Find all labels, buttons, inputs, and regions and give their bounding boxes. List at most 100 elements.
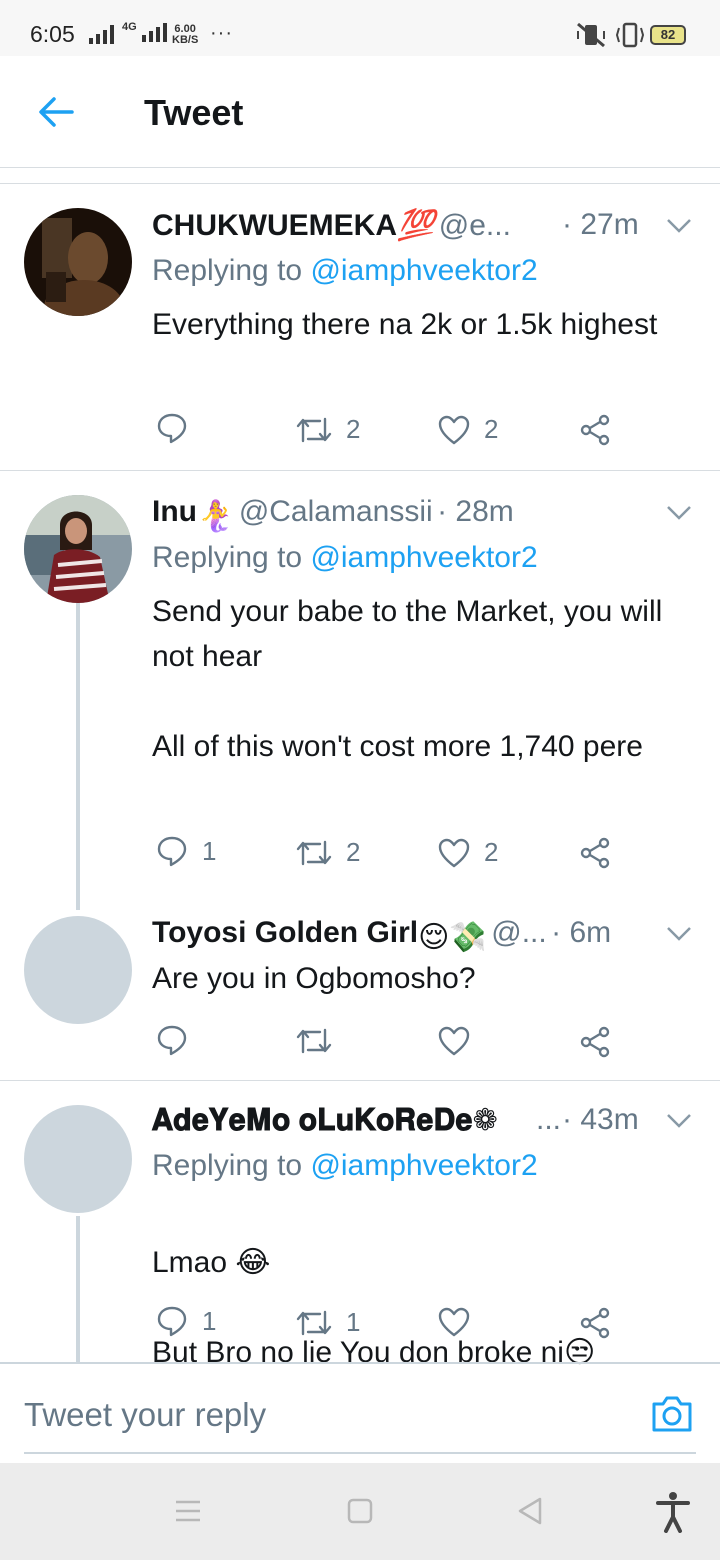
heart-icon <box>438 415 470 444</box>
reply-composer[interactable]: Tweet your reply <box>24 1390 696 1454</box>
reply-icon <box>157 1025 187 1056</box>
like-action[interactable]: 2 <box>438 414 498 445</box>
share-icon[interactable] <box>580 414 610 446</box>
share-icon[interactable] <box>580 1026 610 1058</box>
share-icon[interactable] <box>580 837 610 869</box>
tweet-item[interactable]: CHUKWUEMEKA💯 @e... · 27m Replying to @ia… <box>0 184 720 470</box>
tweet-time: · 43m <box>562 1103 639 1136</box>
name-emoji: 😌💸 <box>418 921 487 955</box>
tweet-time: · 6m <box>551 916 612 949</box>
reply-action[interactable]: 1 <box>156 835 216 867</box>
tweet-text: Everything there na 2k or 1.5k highest <box>152 308 658 341</box>
reply-icon <box>157 836 187 867</box>
replying-to: Replying to @iamphveektor2 <box>152 1149 538 1183</box>
reply-action[interactable] <box>156 412 202 444</box>
retweet-icon <box>296 1310 332 1335</box>
camera-icon[interactable] <box>650 1394 694 1434</box>
retweet-icon <box>296 1028 332 1054</box>
battery-indicator: 82 <box>650 25 686 45</box>
replying-to: Replying to @iamphveektor2 <box>152 254 538 288</box>
tweet-item[interactable]: 𝐀𝐝𝐞𝐘𝐞𝐌𝐨 𝐨𝐋𝐮𝐊𝐨𝐑𝐞𝐃𝐞❁ ... · 43m Replying to… <box>0 1081 720 1369</box>
tweet-text-line: But Bro no lie You don broke ni😒 <box>152 1336 596 1369</box>
tweet-text-line: Lmao 😂 <box>152 1246 271 1279</box>
avatar[interactable] <box>24 495 132 603</box>
tweet-item[interactable]: Inu🧜‍♀️ @Calamanssii · 28m Replying to @… <box>0 471 720 891</box>
chevron-down-icon[interactable] <box>666 218 692 234</box>
like-count: 2 <box>484 837 499 867</box>
network-indicator: 4G <box>122 22 170 42</box>
tweet-text: Send your babe to the Market, you will n… <box>152 595 663 763</box>
back-nav-icon[interactable] <box>516 1496 544 1526</box>
back-arrow-icon[interactable] <box>36 92 76 132</box>
reply-icon <box>157 413 187 444</box>
replying-prefix: Replying to <box>152 541 311 574</box>
divider <box>0 1362 720 1364</box>
retweet-action[interactable]: 2 <box>296 414 360 445</box>
heart-icon <box>438 1026 470 1056</box>
like-action[interactable] <box>438 1307 484 1337</box>
page-title: Tweet <box>144 92 244 133</box>
replying-prefix: Replying to <box>152 254 311 287</box>
status-time: 6:05 <box>30 21 75 47</box>
accessibility-icon[interactable] <box>656 1491 690 1533</box>
reply-action[interactable]: 1 <box>156 1305 216 1337</box>
heart-icon <box>438 838 470 867</box>
tweet-header: Inu🧜‍♀️ @Calamanssii · 28m <box>152 495 514 534</box>
author-name[interactable]: Toyosi Golden Girl <box>152 916 418 949</box>
retweet-count: 1 <box>346 1307 361 1337</box>
author-handle[interactable]: ... <box>536 1103 561 1137</box>
system-navigation-bar <box>0 1463 720 1560</box>
chevron-down-icon[interactable] <box>666 1113 692 1129</box>
retweet-icon <box>296 417 332 442</box>
retweet-count: 2 <box>346 414 361 444</box>
tweet-header: 𝐀𝐝𝐞𝐘𝐞𝐌𝐨 𝐨𝐋𝐮𝐊𝐨𝐑𝐞𝐃𝐞❁ <box>152 1103 498 1138</box>
share-icon[interactable] <box>580 1307 610 1339</box>
reply-count: 1 <box>202 835 217 866</box>
reply-input[interactable]: Tweet your reply <box>24 1396 266 1434</box>
vibrate-icon <box>615 22 645 48</box>
reply-action[interactable] <box>156 1024 202 1056</box>
avatar[interactable] <box>24 916 132 1024</box>
tweet-item[interactable]: Toyosi Golden Girl😌💸 @... · 6m Are you i… <box>0 892 720 1080</box>
like-action[interactable] <box>438 1026 484 1056</box>
replying-to: Replying to @iamphveektor2 <box>152 541 538 575</box>
menu-icon[interactable] <box>174 1499 202 1523</box>
author-handle[interactable]: @... <box>491 916 546 949</box>
name-emoji: 🧜‍♀️ <box>197 500 235 534</box>
retweet-action[interactable]: 1 <box>296 1307 360 1338</box>
heart-icon <box>438 1307 470 1337</box>
like-action[interactable]: 2 <box>438 837 498 868</box>
chevron-down-icon[interactable] <box>666 926 692 942</box>
speed-unit: KB/S <box>172 34 199 46</box>
home-icon[interactable] <box>346 1497 374 1525</box>
mention-link[interactable]: @iamphveektor2 <box>310 1149 537 1182</box>
author-handle[interactable]: @Calamanssii <box>239 495 433 528</box>
author-handle[interactable]: @e... <box>439 209 511 242</box>
author-name[interactable]: CHUKWUEMEKA <box>152 209 397 242</box>
network-speed: 6.00 KB/S <box>172 24 198 46</box>
author-name[interactable]: 𝐀𝐝𝐞𝐘𝐞𝐌𝐨 𝐨𝐋𝐮𝐊𝐨𝐑𝐞𝐃𝐞❁ <box>152 1104 498 1137</box>
retweet-count: 2 <box>346 837 361 867</box>
signal-icon-2 <box>141 23 167 42</box>
retweet-action[interactable]: 2 <box>296 837 360 868</box>
mention-link[interactable]: @iamphveektor2 <box>310 254 537 287</box>
top-app-bar: Tweet <box>0 56 720 168</box>
status-bar: 6:05 4G 6.00 KB/S ··· 82 <box>0 0 720 56</box>
mention-link[interactable]: @iamphveektor2 <box>310 541 537 574</box>
tweet-header: Toyosi Golden Girl😌💸 @... · 6m <box>152 916 611 955</box>
chevron-down-icon[interactable] <box>666 505 692 521</box>
signal-icon <box>89 25 114 44</box>
tweet-header: CHUKWUEMEKA💯 @e... <box>152 208 511 243</box>
like-count: 2 <box>484 414 499 444</box>
tweet-text: Lmao 😂 But Bro no lie You don broke ni😒 <box>152 1195 692 1420</box>
retweet-icon <box>296 840 332 865</box>
tweet-time: · 28m <box>437 495 514 528</box>
avatar[interactable] <box>24 1105 132 1213</box>
author-name[interactable]: Inu <box>152 495 197 528</box>
retweet-action[interactable] <box>296 1026 346 1056</box>
tweet-time: · 27m <box>562 208 639 241</box>
vibrate-off-icon <box>577 22 605 48</box>
tweet-text: Are you in Ogbomosho? <box>152 962 476 995</box>
network-type: 4G <box>122 21 137 33</box>
avatar[interactable] <box>24 208 132 316</box>
